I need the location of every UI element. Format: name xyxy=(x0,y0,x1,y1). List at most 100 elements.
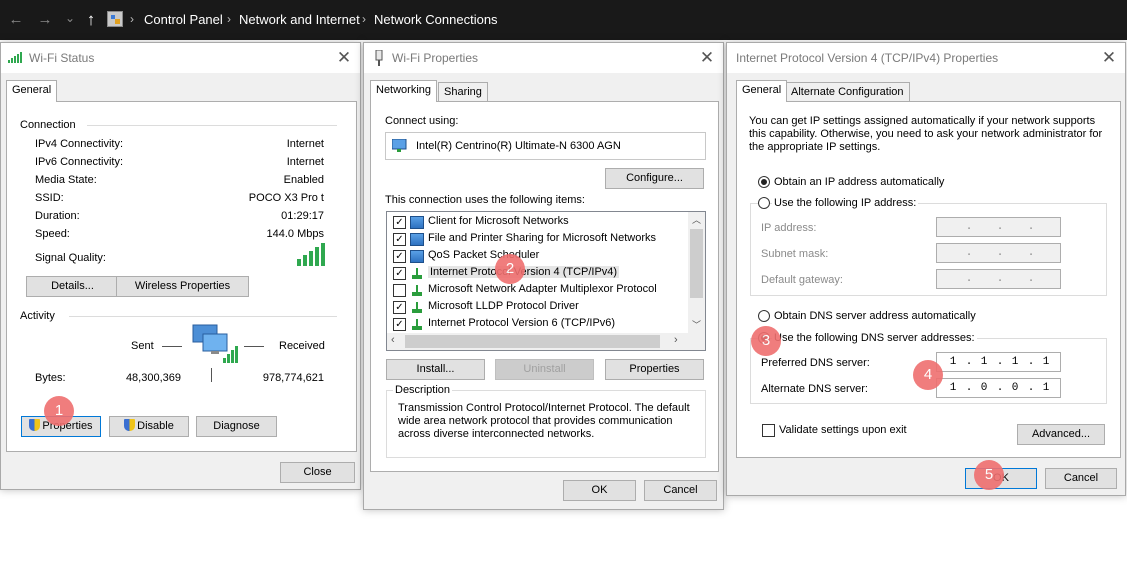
ipv4-properties-titlebar[interactable]: Internet Protocol Version 4 (TCP/IPv4) P… xyxy=(727,43,1125,73)
item-label: Microsoft LLDP Protocol Driver xyxy=(428,300,579,312)
protocol-icon xyxy=(410,284,424,297)
disable-button-label: Disable xyxy=(137,420,174,432)
tab-alternate-configuration[interactable]: Alternate Configuration xyxy=(785,82,910,102)
scroll-right-icon[interactable]: › xyxy=(674,334,678,346)
use-ip-radio[interactable] xyxy=(758,197,770,209)
item-checkbox[interactable]: ✓ xyxy=(393,250,406,263)
back-arrow-icon[interactable]: ← xyxy=(6,10,26,30)
ssid-value: POCO X3 Pro t xyxy=(248,192,324,204)
step-badge-2: 2 xyxy=(495,254,525,284)
divider xyxy=(87,125,337,126)
configure-button[interactable]: Configure... xyxy=(605,168,704,189)
list-item[interactable]: Microsoft Network Adapter Multiplexor Pr… xyxy=(387,282,687,299)
intro-text: You can get IP settings assigned automat… xyxy=(749,115,1103,153)
protocol-icon xyxy=(410,318,424,331)
item-checkbox[interactable]: ✓ xyxy=(393,233,406,246)
close-button[interactable]: Close xyxy=(280,462,355,483)
ipv4-connectivity-label: IPv4 Connectivity: xyxy=(35,138,124,150)
adapter-name: Intel(R) Centrino(R) Ultimate-N 6300 AGN xyxy=(416,140,621,152)
bytes-sent-value: 48,300,369 xyxy=(125,372,181,384)
ssid-label: SSID: xyxy=(35,192,64,204)
diagnose-button[interactable]: Diagnose xyxy=(196,416,277,437)
item-checkbox[interactable]: ✓ xyxy=(393,216,406,229)
breadcrumb-network-connections[interactable]: Network Connections xyxy=(374,12,498,27)
close-icon[interactable]: ✕ xyxy=(334,48,354,68)
description-heading: Description xyxy=(393,384,453,396)
octet-2: 0 xyxy=(980,382,988,394)
tab-general[interactable]: General xyxy=(6,80,58,102)
breadcrumb-control-panel[interactable]: Control Panel xyxy=(144,12,223,27)
item-label: QoS Packet Scheduler xyxy=(428,249,540,261)
octet-1: 1 xyxy=(949,382,957,394)
preferred-dns-field[interactable]: 1. 1. 1. 1 xyxy=(936,352,1061,372)
breadcrumb-separator-icon: › xyxy=(130,12,134,26)
recent-locations-dropdown-icon[interactable]: ⌄ xyxy=(60,8,80,28)
obtain-ip-label: Obtain an IP address automatically xyxy=(774,176,945,188)
address-breadcrumb[interactable]: › Control Panel › Network and Internet ›… xyxy=(102,8,1127,32)
forward-arrow-icon[interactable]: → xyxy=(35,10,55,30)
list-item[interactable]: ✓ Microsoft LLDP Protocol Driver xyxy=(387,299,687,316)
network-service-icon xyxy=(410,233,424,246)
octet-1: 1 xyxy=(949,356,957,368)
connect-using-label: Connect using: xyxy=(385,115,459,127)
item-checkbox[interactable] xyxy=(393,284,406,297)
list-item[interactable]: ✓ Internet Protocol Version 6 (TCP/IPv6) xyxy=(387,316,687,333)
obtain-ip-radio[interactable] xyxy=(758,176,770,188)
wifi-status-titlebar[interactable]: Wi-Fi Status ✕ xyxy=(1,43,360,73)
obtain-dns-radio[interactable] xyxy=(758,310,770,322)
details-button[interactable]: Details... xyxy=(26,276,119,297)
control-panel-icon xyxy=(107,11,123,27)
cancel-button[interactable]: Cancel xyxy=(1045,468,1117,489)
item-checkbox[interactable]: ✓ xyxy=(393,318,406,331)
scroll-down-icon[interactable]: ﹀ xyxy=(692,318,701,331)
wireless-properties-button[interactable]: Wireless Properties xyxy=(116,276,249,297)
duration-value: 01:29:17 xyxy=(281,210,324,222)
received-line xyxy=(244,346,264,347)
use-dns-label: Use the following DNS server addresses: xyxy=(772,332,977,344)
list-item[interactable]: ✓ Internet Protocol Version 4 (TCP/IPv4) xyxy=(387,265,687,282)
ok-button[interactable]: OK xyxy=(563,480,636,501)
advanced-button[interactable]: Advanced... xyxy=(1017,424,1105,445)
disable-button[interactable]: Disable xyxy=(109,416,189,437)
breadcrumb-network-and-internet[interactable]: Network and Internet xyxy=(239,12,360,27)
tab-sharing[interactable]: Sharing xyxy=(438,82,488,102)
vertical-scrollbar[interactable]: ︿ ﹀ xyxy=(688,212,705,333)
horizontal-scrollbar[interactable]: ‹ › xyxy=(387,333,705,350)
octet-4: 1 xyxy=(1042,356,1050,368)
speed-value: 144.0 Mbps xyxy=(266,228,324,240)
window-title: Wi-Fi Properties xyxy=(392,51,479,65)
media-state-value: Enabled xyxy=(283,174,324,186)
scroll-up-icon[interactable]: ︿ xyxy=(692,213,701,226)
tab-networking[interactable]: Networking xyxy=(370,80,438,102)
up-arrow-icon[interactable]: ↑ xyxy=(81,10,101,30)
step-badge-5: 5 xyxy=(974,460,1004,490)
octet-3: 0 xyxy=(1011,382,1019,394)
close-icon[interactable]: ✕ xyxy=(1099,48,1119,68)
cancel-button[interactable]: Cancel xyxy=(644,480,717,501)
tab-general[interactable]: General xyxy=(736,80,788,102)
sent-line xyxy=(162,346,182,347)
list-item[interactable]: ✓ File and Printer Sharing for Microsoft… xyxy=(387,231,687,248)
ipv4-connectivity-value: Internet xyxy=(286,138,324,150)
wifi-properties-window: Wi-Fi Properties ✕ Networking Sharing Co… xyxy=(363,42,724,510)
alternate-dns-field[interactable]: 1. 0. 0. 1 xyxy=(936,378,1061,398)
install-button[interactable]: Install... xyxy=(386,359,485,380)
shield-icon xyxy=(29,419,41,431)
scrollbar-thumb[interactable] xyxy=(405,335,660,348)
scroll-left-icon[interactable]: ‹ xyxy=(391,334,395,346)
items-list[interactable]: ✓ Client for Microsoft Networks ✓ File a… xyxy=(386,211,706,351)
wifi-properties-titlebar[interactable]: Wi-Fi Properties ✕ xyxy=(364,43,723,73)
list-item[interactable]: ✓ Client for Microsoft Networks xyxy=(387,214,687,231)
list-item[interactable]: ✓ QoS Packet Scheduler xyxy=(387,248,687,265)
item-checkbox[interactable]: ✓ xyxy=(393,301,406,314)
items-label: This connection uses the following items… xyxy=(385,194,585,206)
octet-4: 1 xyxy=(1042,382,1050,394)
divider xyxy=(69,316,337,317)
scrollbar-thumb[interactable] xyxy=(690,229,703,298)
validate-checkbox[interactable] xyxy=(762,424,775,437)
properties-button[interactable]: Properties xyxy=(605,359,704,380)
sent-label: Sent xyxy=(131,340,154,352)
item-checkbox[interactable]: ✓ xyxy=(393,267,406,280)
close-icon[interactable]: ✕ xyxy=(697,48,717,68)
network-computers-icon xyxy=(192,324,238,363)
